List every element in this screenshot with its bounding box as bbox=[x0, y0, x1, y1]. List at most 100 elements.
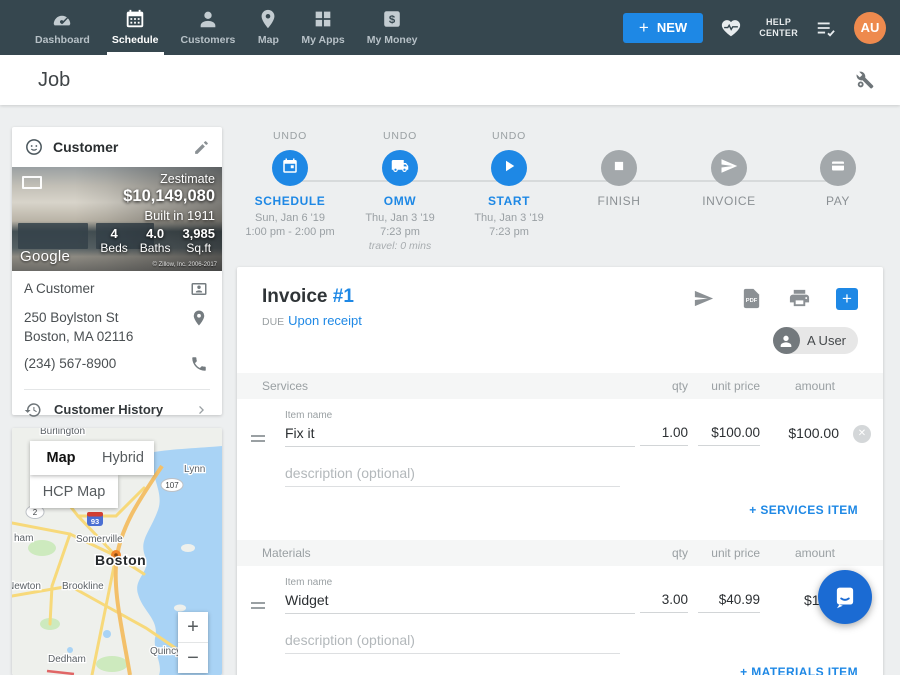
step-label: FINISH bbox=[567, 194, 671, 208]
invoice-card: Invoice #1 DUEUpon receipt PDF + A User … bbox=[237, 267, 883, 675]
plus-icon: + bbox=[639, 19, 649, 36]
zoom-in-button[interactable]: + bbox=[178, 612, 208, 642]
top-nav: Dashboard Schedule Customers Map My Apps… bbox=[0, 0, 900, 55]
undo-link[interactable]: UNDO bbox=[238, 130, 342, 143]
amount-header: amount bbox=[795, 379, 835, 393]
invoice-number[interactable]: #1 bbox=[333, 286, 354, 307]
drag-handle[interactable] bbox=[251, 602, 265, 612]
svg-text:PDF: PDF bbox=[746, 298, 758, 304]
nav-tab-map[interactable]: Map bbox=[246, 0, 290, 55]
services-header-row: Services qty unit price amount bbox=[237, 373, 883, 399]
finish-step-button[interactable] bbox=[601, 150, 637, 186]
undo-link[interactable]: UNDO bbox=[348, 130, 452, 143]
material-qty-input[interactable] bbox=[640, 590, 688, 613]
drag-handle[interactable] bbox=[251, 435, 265, 445]
nav-tab-schedule[interactable]: Schedule bbox=[101, 0, 170, 55]
nav-tab-label: My Money bbox=[367, 34, 418, 46]
material-item-name-input[interactable] bbox=[285, 590, 635, 614]
map-label-lynn: Lynn bbox=[184, 464, 205, 475]
edit-pencil-icon[interactable] bbox=[193, 139, 210, 156]
street-view-photo[interactable]: Zestimate $10,149,080 Built in 1911 4Bed… bbox=[12, 167, 222, 271]
fullscreen-icon[interactable] bbox=[22, 176, 42, 189]
invoice-step-button[interactable] bbox=[711, 150, 747, 186]
help-center-link[interactable]: HELP CENTER bbox=[759, 17, 798, 39]
add-materials-item-link[interactable]: + MATERIALS ITEM bbox=[740, 665, 858, 675]
truck-icon bbox=[391, 157, 409, 180]
step-omw: UNDO OMW Thu, Jan 3 '19 7:23 pm travel: … bbox=[348, 130, 452, 253]
app-window: Dashboard Schedule Customers Map My Apps… bbox=[0, 0, 900, 675]
pdf-icon[interactable]: PDF bbox=[740, 287, 763, 310]
map-label-burlington: Burlington bbox=[40, 428, 85, 437]
service-description-input[interactable] bbox=[285, 463, 620, 487]
phone-icon[interactable] bbox=[190, 355, 208, 373]
customers-icon bbox=[197, 8, 219, 30]
step-label: START bbox=[457, 194, 561, 208]
nav-tab-my-money[interactable]: $ My Money bbox=[356, 0, 429, 55]
pay-step-button[interactable] bbox=[820, 150, 856, 186]
customer-history-row[interactable]: Customer History bbox=[12, 390, 222, 429]
svg-text:93: 93 bbox=[91, 517, 99, 526]
nav-tab-label: Customers bbox=[181, 34, 236, 46]
map-label-waltham: ham bbox=[14, 533, 33, 544]
nav-tab-dashboard[interactable]: Dashboard bbox=[24, 0, 101, 55]
service-qty-input[interactable] bbox=[640, 423, 688, 446]
service-amount: $100.00 bbox=[788, 425, 839, 441]
invoice-due: DUE Upon receipt bbox=[262, 313, 362, 328]
beds-value: 4 bbox=[100, 226, 127, 241]
start-step-button[interactable] bbox=[491, 150, 527, 186]
customer-card-title: Customer bbox=[53, 139, 118, 155]
step-finish: FINISH bbox=[567, 130, 671, 208]
send-invoice-icon[interactable] bbox=[692, 287, 715, 310]
print-icon[interactable] bbox=[788, 287, 811, 310]
nav-tab-my-apps[interactable]: My Apps bbox=[290, 0, 355, 55]
location-pin-icon[interactable] bbox=[190, 309, 208, 327]
step-label: PAY bbox=[786, 194, 890, 208]
customer-history-label: Customer History bbox=[54, 402, 163, 417]
map-label-quincy: Quincy bbox=[150, 646, 181, 657]
help-line1: HELP bbox=[759, 17, 798, 28]
checklist-icon[interactable] bbox=[815, 17, 837, 39]
contact-card-icon[interactable] bbox=[190, 280, 208, 298]
due-value-link[interactable]: Upon receipt bbox=[288, 313, 362, 328]
sqft-label: Sq.ft bbox=[182, 241, 215, 255]
customer-card: Customer Zestimate $10,149,080 Built in … bbox=[12, 127, 222, 415]
schedule-step-button[interactable] bbox=[272, 150, 308, 186]
nav-tab-customers[interactable]: Customers bbox=[170, 0, 247, 55]
nav-tab-label: My Apps bbox=[301, 34, 344, 46]
item-name-label: Item name bbox=[285, 577, 332, 588]
chat-smile-icon bbox=[830, 582, 860, 612]
route-107-badge: 107 bbox=[165, 481, 179, 490]
hcp-map-button[interactable]: HCP Map bbox=[30, 475, 118, 508]
baths-label: Baths bbox=[140, 241, 171, 255]
service-item-name-input[interactable] bbox=[285, 423, 635, 447]
undo-spacer bbox=[567, 130, 671, 143]
hybrid-button[interactable]: Hybrid bbox=[92, 441, 154, 475]
due-label: DUE bbox=[262, 316, 284, 328]
health-heart-icon[interactable] bbox=[720, 17, 742, 39]
my-money-icon: $ bbox=[381, 8, 403, 30]
user-avatar[interactable]: AU bbox=[854, 12, 886, 44]
step-travel: travel: 0 mins bbox=[348, 239, 452, 253]
map-button[interactable]: Map bbox=[30, 441, 92, 475]
customer-name: A Customer bbox=[24, 279, 182, 298]
step-label: SCHEDULE bbox=[238, 194, 342, 208]
step-invoice: INVOICE bbox=[677, 130, 781, 208]
service-unit-price-input[interactable] bbox=[698, 423, 760, 446]
omw-step-button[interactable] bbox=[382, 150, 418, 186]
built-year: Built in 1911 bbox=[100, 208, 215, 223]
delete-item-icon[interactable]: ✕ bbox=[853, 425, 871, 443]
material-description-input[interactable] bbox=[285, 630, 620, 654]
new-button[interactable]: + NEW bbox=[623, 13, 703, 43]
job-settings-icon[interactable] bbox=[854, 69, 876, 91]
material-unit-price-input[interactable] bbox=[698, 590, 760, 613]
chat-bubble-button[interactable] bbox=[818, 570, 872, 624]
assignee-chip[interactable]: A User bbox=[773, 327, 858, 354]
customer-phone-row: (234) 567-8900 bbox=[24, 354, 210, 384]
add-invoice-button[interactable]: + bbox=[836, 288, 858, 310]
zoom-out-button[interactable]: − bbox=[178, 643, 208, 673]
add-services-item-link[interactable]: + SERVICES ITEM bbox=[749, 503, 858, 517]
undo-link[interactable]: UNDO bbox=[457, 130, 561, 143]
page-title: Job bbox=[38, 55, 70, 105]
undo-spacer bbox=[786, 130, 890, 143]
map-label-boston: Boston bbox=[95, 552, 146, 568]
